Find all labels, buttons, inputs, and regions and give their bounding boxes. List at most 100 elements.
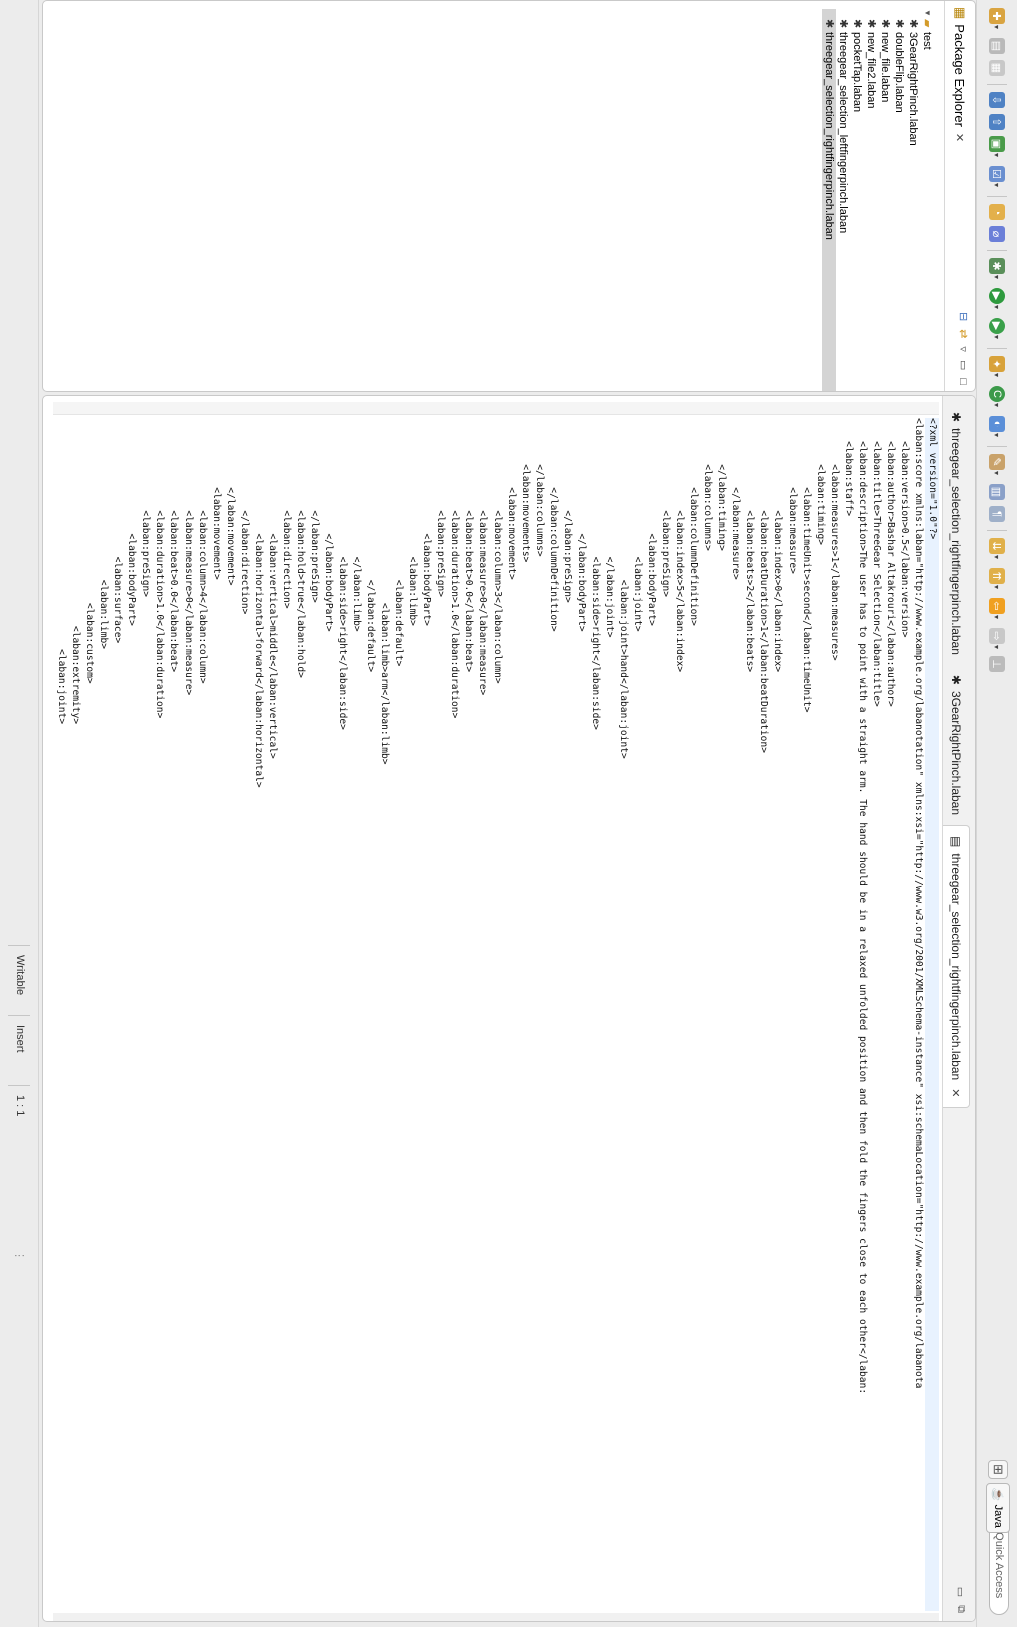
code-line: <laban:column>4</laban:column> — [196, 418, 208, 684]
new-class-icon[interactable]: C ▾ — [987, 386, 1007, 407]
code-line: <laban:preSign> — [660, 418, 672, 598]
close-icon[interactable]: ✕ — [954, 133, 967, 142]
task-icon[interactable]: ☑ ▾ — [987, 166, 1007, 187]
code-line: <laban:limb> — [407, 418, 419, 626]
skip-breakpoints-icon[interactable]: ⌀ — [987, 226, 1007, 242]
forward-icon[interactable]: ⇨ ▾ — [987, 628, 1007, 649]
laban-file-icon: ✱ — [949, 412, 963, 423]
tree-file-item[interactable]: ✱ new_file2.laban — [864, 9, 878, 391]
tree-file-item[interactable]: ✱ doubleFlip.laban — [892, 9, 906, 391]
code-line: </laban:bodyPart> — [575, 418, 587, 632]
open-type-icon[interactable]: ◔ — [987, 204, 1007, 220]
expand-icon[interactable]: ▼ — [920, 9, 934, 19]
editor-tab-label: 3GearRightPinch.laban — [949, 690, 963, 816]
file-name: new_file2.laban — [865, 32, 877, 109]
export-icon[interactable]: ⇧ — [987, 114, 1007, 130]
file-name: 3GearRightPinch.laban — [907, 32, 919, 146]
maximize-icon[interactable]: □ — [958, 378, 970, 385]
save-icon[interactable]: ▤ — [987, 38, 1007, 54]
new-icon[interactable]: ✚ ▾ — [987, 8, 1007, 29]
package-explorer-tab[interactable]: ▦ Package Explorer ✕ — [952, 1, 969, 142]
code-line: <laban:vertical>middle</laban:vertical> — [266, 418, 278, 759]
code-line: <laban:index>0</laban:index> — [772, 418, 784, 673]
code-line: <laban:description>The user has to point… — [856, 418, 868, 1395]
code-line: <laban:bodyPart> — [126, 418, 138, 626]
java-perspective-button[interactable]: ☕ Java — [986, 1482, 1010, 1533]
open-perspective-icon[interactable]: ⊞ — [988, 1460, 1008, 1479]
code-line: </laban:limb> — [351, 418, 363, 632]
back-icon[interactable]: ⇦ ▾ — [987, 598, 1007, 619]
editor-tab-label: threegear_selection_rightfingerpinch.lab… — [949, 853, 963, 1081]
code-line: <laban:author>Bashar Altakrouri</laban:a… — [884, 418, 896, 707]
minimize-icon[interactable]: ▭ — [957, 360, 970, 370]
next-annotation-icon[interactable]: ⇊ ▾ — [987, 538, 1007, 559]
tree-file-item[interactable]: ✱ pocketTap.laban — [850, 9, 864, 391]
quick-access-placeholder: Quick Access — [993, 1532, 1005, 1599]
tree-project-test[interactable]: ▼ ▰ test — [920, 9, 934, 391]
project-name: test — [921, 32, 933, 50]
terminal-icon[interactable]: ▣ ▾ — [987, 136, 1007, 157]
code-line: <laban:hold>true</laban:hold> — [294, 418, 306, 678]
code-line: <laban:columns> — [702, 418, 714, 551]
code-line: </laban:movement> — [224, 418, 236, 586]
vertical-scrollbar[interactable] — [53, 1613, 939, 1621]
code-line: <laban:limb>arm</laban:limb> — [379, 418, 391, 765]
editor-tab[interactable]: ✱ 3GearRightPinch.laban — [943, 665, 969, 825]
run-external-icon[interactable]: ▶ ▾ — [987, 318, 1007, 339]
import-icon[interactable]: ⇩ — [987, 92, 1007, 108]
tree-file-item[interactable]: ✱ 3GearRightPinch.laban — [906, 9, 920, 391]
print-icon[interactable]: ▦ — [987, 60, 1007, 76]
code-line: <laban:duration>1.0</laban:duration> — [449, 418, 461, 719]
code-line: <laban:timing> — [814, 418, 826, 546]
code-line: <laban:direction> — [280, 418, 292, 609]
code-line: <laban:measure>0</laban:measure> — [477, 418, 489, 696]
code-line: <laban:staff> — [842, 418, 854, 517]
editor-tab-label: threegear_selection_rightfingerpinch.lab… — [949, 428, 963, 655]
run-icon[interactable]: ▶ ▾ — [987, 288, 1007, 309]
package-explorer-tabbar: ▦ Package Explorer ✕ ⊟ ⇄ ▿ ▭ □ — [944, 1, 975, 391]
open-task-icon[interactable]: ✎ ▾ — [987, 454, 1007, 475]
code-line: </laban:preSign> — [561, 418, 573, 603]
maximize-icon[interactable]: ⧉ — [954, 1605, 967, 1613]
minimize-icon[interactable]: ▭ — [954, 1587, 967, 1597]
code-line: <laban:bodyPart> — [421, 418, 433, 626]
code-line: <laban:side>right</laban:side> — [337, 418, 349, 730]
laban-file-icon: ✱ — [879, 19, 891, 29]
editor-panel: ✱ threegear_selection_rightfingerpinch.la… — [42, 395, 976, 1622]
laban-file-icon: ✱ — [907, 19, 919, 29]
code-line: <laban:default> — [393, 418, 405, 667]
debug-icon[interactable]: ✱ ▾ — [987, 258, 1007, 279]
code-line: <laban:beat>0.0</laban:beat> — [463, 418, 475, 673]
tree-file-item[interactable]: ✱ threegear_selection_leftfingerpinch.lab… — [836, 9, 850, 391]
code-line: </laban:default> — [365, 418, 377, 673]
code-line: </laban:columnDefinition> — [547, 418, 559, 632]
editor-tab[interactable]: ▤ threegear_selection_rightfingerpinch.la… — [943, 825, 970, 1109]
main-toolbar: ✚ ▾ ▤ ▦ ⇩ ⇧ ▣ ▾ ☑ ▾ ◔ ⌀ ✱ ▾ ▶ ▾ ▶ ▾ ✦ ▾ C ▾ ◐ ▾ ✎… — [976, 0, 1017, 1627]
file-name: threegear_selection_rightfingerpinch.lab… — [823, 32, 835, 240]
laban-file-icon: ✱ — [851, 19, 863, 29]
laban-file-icon: ✱ — [837, 19, 849, 29]
prev-annotation-icon[interactable]: ⇈ ▾ — [987, 568, 1007, 589]
laban-file-icon: ✱ — [949, 674, 963, 685]
tree-file-item[interactable]: ✱ threegear_selection_rightfingerpinch.la… — [822, 9, 836, 391]
code-line: <laban:column>3</laban:column> — [491, 418, 503, 684]
new-package-icon[interactable]: ✦ ▾ — [987, 356, 1007, 377]
code-line: <laban:timeUnit>second</laban:timeUnit> — [800, 418, 812, 713]
pin-icon[interactable]: ⊥ — [987, 656, 1007, 672]
file-name: pocketTap.laban — [851, 32, 863, 113]
view-menu-icon[interactable]: ▿ — [957, 346, 970, 352]
show-whitespace-icon[interactable]: ¶ — [987, 506, 1007, 522]
code-editor[interactable]: <?xml version="1.0"?> <laban:score xmlns:… — [53, 418, 939, 1611]
collapse-all-icon[interactable]: ⊟ — [957, 312, 970, 321]
status-grip[interactable]: ⋮ — [13, 1250, 26, 1261]
file-name: threegear_selection_leftfingerpinch.laba… — [837, 32, 849, 234]
tree-file-item[interactable]: ✱ new_file.laban — [878, 9, 892, 391]
code-line: <laban:side>right</laban:side> — [589, 418, 601, 730]
open-project-icon[interactable]: ◐ ▾ — [987, 416, 1007, 437]
toggle-mark-icon[interactable]: ▥ — [987, 484, 1007, 500]
close-icon[interactable]: ✕ — [950, 1088, 963, 1097]
perspective-switcher: ⊞ ☕ Java — [985, 1460, 1011, 1533]
code-line: <laban:beatDuration>1</laban:beatDuratio… — [758, 418, 770, 754]
link-with-editor-icon[interactable]: ⇄ — [957, 329, 970, 338]
editor-tab[interactable]: ✱ threegear_selection_rightfingerpinch.la… — [943, 402, 969, 665]
